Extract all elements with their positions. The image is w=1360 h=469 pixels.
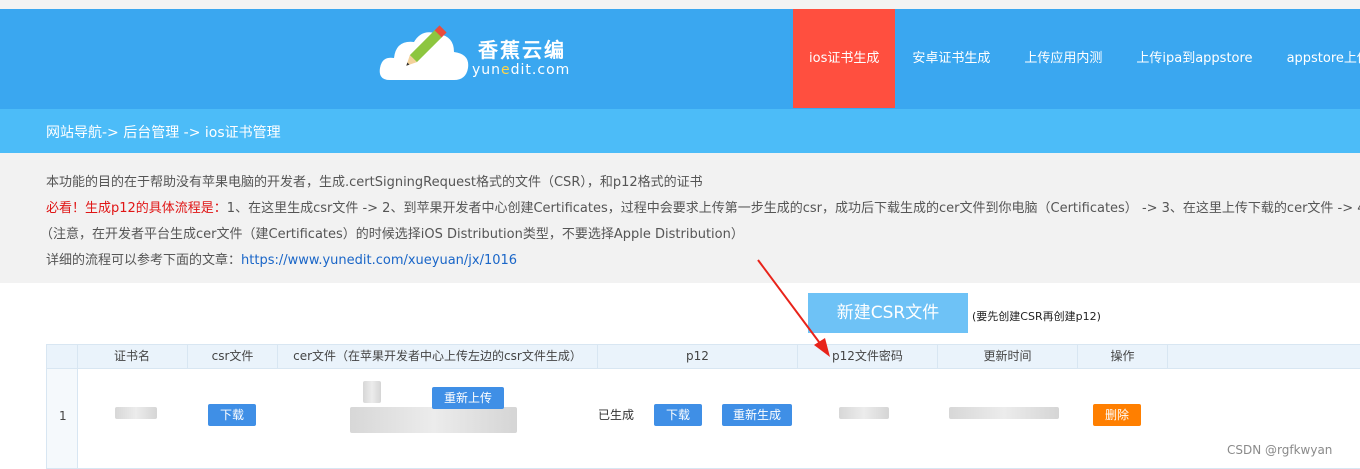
- nav-upload-beta[interactable]: 上传应用内测: [1007, 9, 1119, 108]
- p12-password-redacted: [839, 407, 889, 419]
- cer-file-redacted: [350, 407, 517, 433]
- brand-domain: yunedit.com: [472, 62, 571, 78]
- header-cert-name: 证书名: [77, 345, 188, 368]
- header-actions: 操作: [1078, 345, 1168, 368]
- main-nav: ios证书生成 安卓证书生成 上传应用内测 上传ipa到appstore app…: [793, 9, 1360, 108]
- table-header: 证书名 csr文件 cer文件（在苹果开发者中心上传左边的csr文件生成） p1…: [47, 345, 1360, 369]
- info-line-purpose: 本功能的目的在于帮助没有苹果电脑的开发者，生成.certSigningReque…: [46, 175, 703, 190]
- info-line-steps: 必看！生成p12的具体流程是：1、在这里生成csr文件 -> 2、到苹果开发者中…: [46, 201, 1360, 216]
- breadcrumb: 网站导航-> 后台管理 -> ios证书管理: [0, 109, 1360, 153]
- info-panel: 本功能的目的在于帮助没有苹果电脑的开发者，生成.certSigningReque…: [0, 153, 1360, 283]
- p12-regenerate-button[interactable]: 重新生成: [722, 404, 792, 426]
- top-strip: [0, 0, 1360, 9]
- brand-title: 香蕉云编: [478, 38, 566, 62]
- cert-table: 证书名 csr文件 cer文件（在苹果开发者中心上传左边的csr文件生成） p1…: [46, 344, 1360, 469]
- header-csr-file: csr文件: [188, 345, 278, 368]
- p12-status: 已生成: [598, 408, 635, 422]
- cer-reupload-button[interactable]: 重新上传: [432, 387, 504, 409]
- header-index: [47, 345, 78, 368]
- header-updated-time: 更新时间: [938, 345, 1078, 368]
- cert-name-redacted: [115, 407, 157, 419]
- annotation-arrow-icon: [757, 259, 830, 357]
- header-cer-file: cer文件（在苹果开发者中心上传左边的csr文件生成）: [278, 345, 598, 368]
- delete-button[interactable]: 删除: [1093, 404, 1141, 426]
- new-csr-hint: (要先创建CSR再创建p12): [972, 310, 1101, 323]
- nav-upload-ipa[interactable]: 上传ipa到appstore: [1119, 9, 1269, 108]
- updated-time-redacted: [949, 407, 1059, 419]
- csr-download-button[interactable]: 下载: [208, 404, 256, 426]
- p12-download-button[interactable]: 下载: [654, 404, 702, 426]
- nav-ios-cert[interactable]: ios证书生成: [793, 9, 896, 108]
- reference-link[interactable]: https://www.yunedit.com/xueyuan/jx/1016: [241, 253, 517, 268]
- nav-android-cert[interactable]: 安卓证书生成: [895, 9, 1007, 108]
- csdn-watermark: CSDN @rgfkwyan: [1227, 443, 1333, 457]
- info-line-reference: 详细的流程可以参考下面的文章：https://www.yunedit.com/x…: [46, 253, 518, 268]
- cer-file-redacted: [363, 381, 381, 403]
- info-line-note: （注意，在开发者平台生成cer文件（建Certificates）的时候选择iOS…: [40, 227, 744, 242]
- nav-appstore-upload[interactable]: appstore上传: [1270, 9, 1360, 108]
- row-index-cell: 1: [47, 369, 78, 468]
